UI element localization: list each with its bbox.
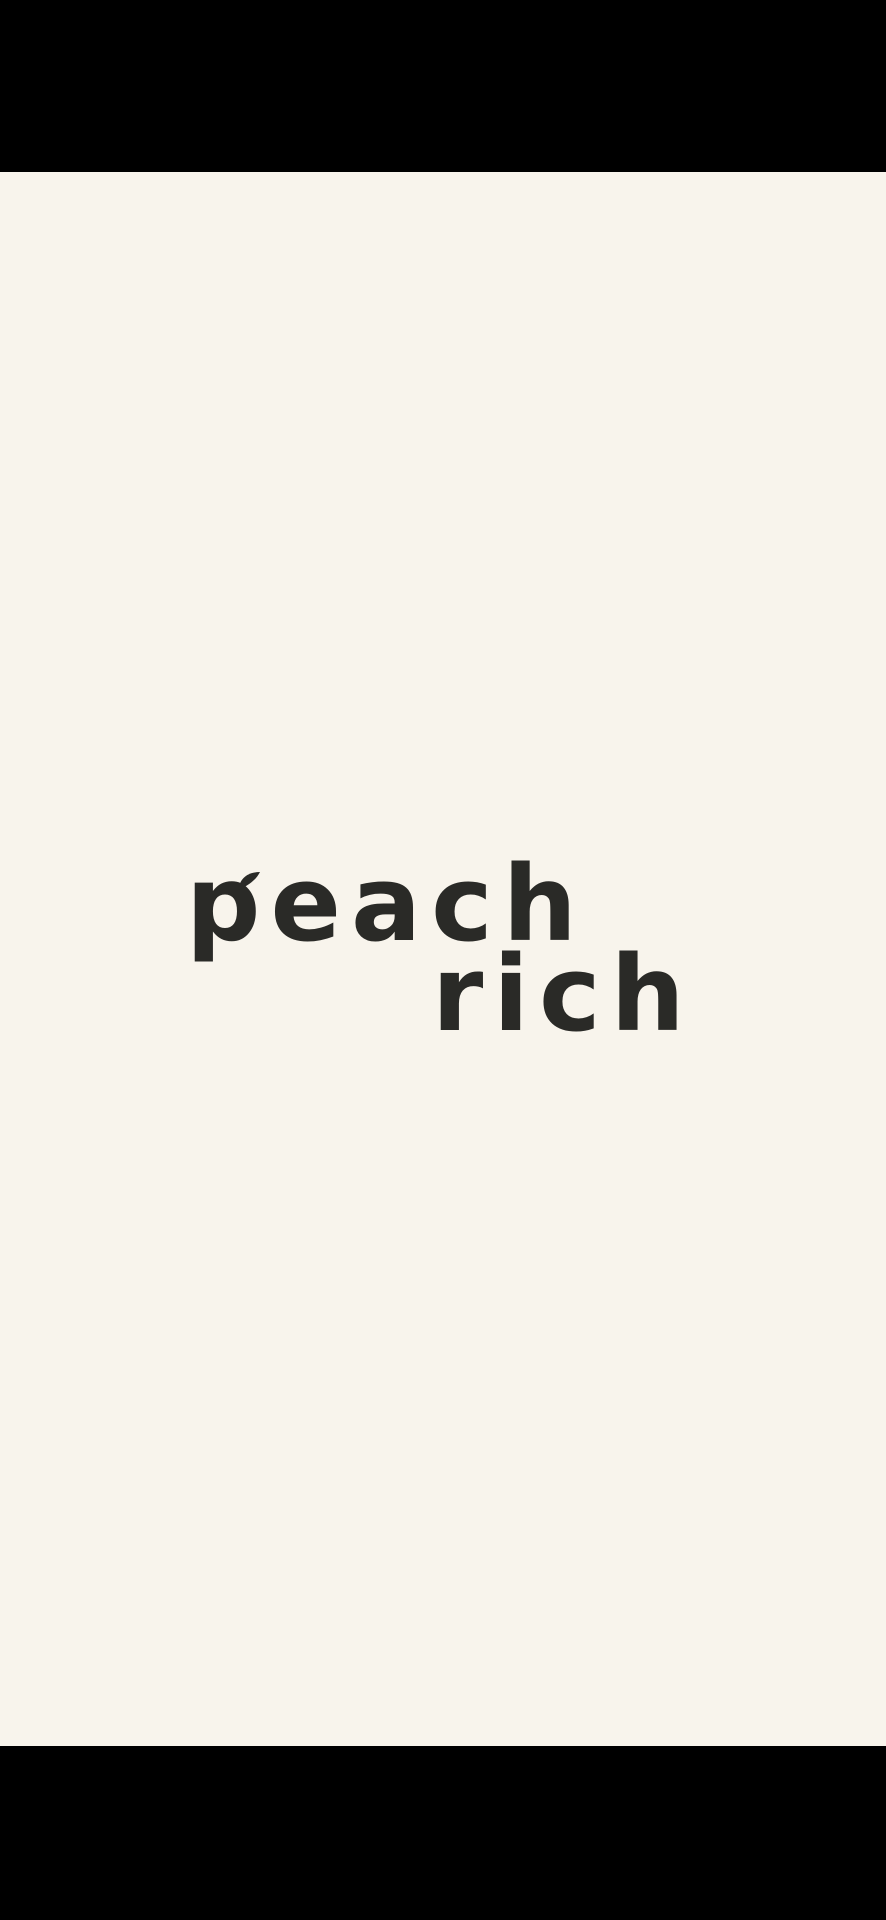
splash-screen: peach rich — [0, 172, 886, 1746]
leaf-icon — [238, 872, 260, 890]
bottom-letterbox-bar — [0, 1746, 886, 1920]
logo-word-rich: rich — [432, 933, 695, 1055]
brand-logo: peach rich — [186, 852, 706, 1062]
top-letterbox-bar — [0, 0, 886, 172]
